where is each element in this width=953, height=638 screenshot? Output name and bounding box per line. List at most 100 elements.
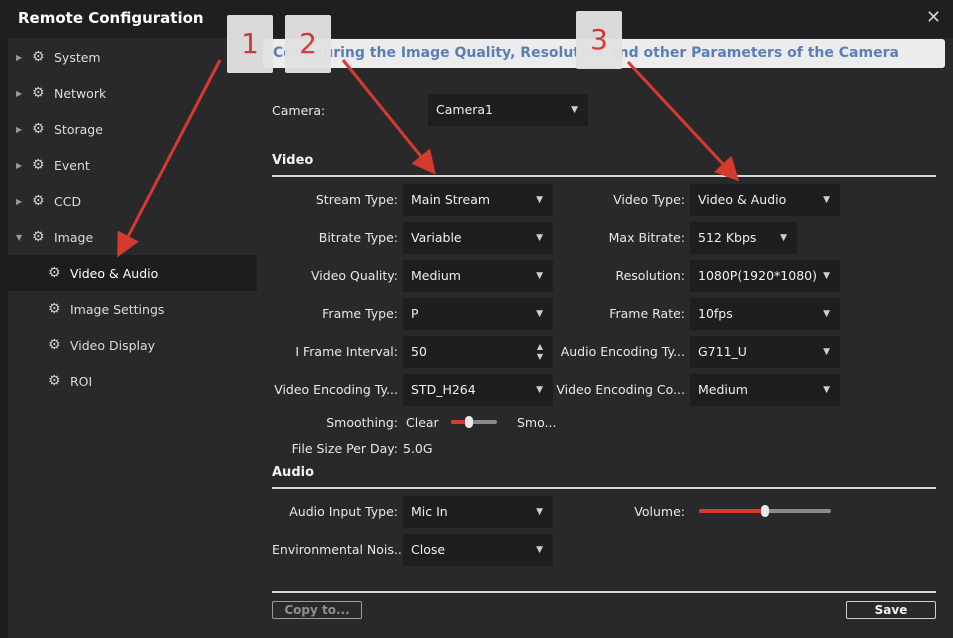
resolution-select[interactable]: 1080P(1920*1080) ▼ [690,260,840,292]
file-size-value: 5.0G [403,441,433,456]
chevron-down-icon: ▼ [823,385,830,395]
video-encoding-complexity-value: Medium [698,382,748,397]
video-encoding-type-value: STD_H264 [411,382,476,397]
sidebar-item-label: ROI [70,373,93,389]
chevron-down-icon: ▼ [536,195,543,205]
sidebar-item-label: Image Settings [70,301,165,317]
frame-rate-value: 10fps [698,306,733,321]
annotation-marker-3: 3 [576,11,622,69]
sidebar-item-image-settings[interactable]: ⚙ Image Settings [8,291,257,327]
divider [272,487,936,489]
chevron-down-icon: ▼ [536,233,543,243]
smoothing-handle[interactable] [465,416,473,428]
file-size-label: File Size Per Day: [291,441,398,456]
sidebar-item-storage[interactable]: ▶ ⚙ Storage [8,111,257,147]
video-type-value: Video & Audio [698,192,787,207]
sidebar-item-network[interactable]: ▶ ⚙ Network [8,75,257,111]
sidebar-item-image[interactable]: ▼ ⚙ Image [8,219,257,255]
video-quality-label: Video Quality: [311,268,398,283]
sidebar-item-video-display[interactable]: ⚙ Video Display [8,327,257,363]
divider [272,175,936,177]
max-bitrate-value: 512 Kbps [698,230,757,245]
gear-icon: ⚙ [48,301,61,317]
audio-encoding-type-select[interactable]: G711_U ▼ [690,336,840,368]
chevron-right-icon[interactable]: ▶ [16,89,22,98]
annotation-marker-1: 1 [227,15,273,73]
chevron-down-icon: ▼ [536,385,543,395]
gear-icon: ⚙ [48,373,61,389]
camera-select[interactable]: Camera1 ▼ [428,94,588,126]
video-quality-select[interactable]: Medium ▼ [403,260,553,292]
chevron-down-icon: ▼ [823,195,830,205]
frame-rate-label: Frame Rate: [609,306,685,321]
sidebar-item-label: Video & Audio [70,265,159,281]
window-title: Remote Configuration [18,9,204,27]
sidebar-item-label: Image [54,229,94,245]
sidebar-item-video-audio[interactable]: ⚙ Video & Audio [8,255,257,291]
sidebar-item-event[interactable]: ▶ ⚙ Event [8,147,257,183]
video-type-select[interactable]: Video & Audio ▼ [690,184,840,216]
sidebar-item-label: Event [54,157,90,173]
chevron-down-icon: ▼ [536,271,543,281]
chevron-down-icon: ▼ [823,271,830,281]
frame-rate-select[interactable]: 10fps ▼ [690,298,840,330]
sidebar-item-label: CCD [54,193,82,209]
environmental-noise-value: Close [411,542,446,557]
bitrate-type-label: Bitrate Type: [318,230,398,245]
close-icon[interactable]: ✕ [926,7,941,28]
sidebar-item-label: System [54,49,101,65]
volume-handle[interactable] [761,505,769,517]
max-bitrate-select[interactable]: 512 Kbps ▼ [690,222,797,254]
gear-icon: ⚙ [32,229,45,245]
stream-type-select[interactable]: Main Stream ▼ [403,184,553,216]
audio-input-type-select[interactable]: Mic In ▼ [403,496,553,528]
chevron-down-icon: ▼ [823,347,830,357]
gear-icon: ⚙ [32,121,45,137]
i-frame-interval-stepper[interactable]: 50 ▲ ▼ [403,336,553,368]
video-quality-value: Medium [411,268,461,283]
chevron-right-icon[interactable]: ▶ [16,197,22,206]
copy-to-button[interactable]: Copy to... [272,601,362,619]
volume-fill [699,509,765,513]
audio-encoding-type-value: G711_U [698,344,747,359]
audio-input-type-label: Audio Input Type: [289,504,398,519]
chevron-down-icon[interactable]: ▼ [16,233,22,242]
bitrate-type-value: Variable [411,230,462,245]
audio-encoding-type-label: Audio Encoding Ty... [560,344,685,359]
stepper-arrows-icon[interactable]: ▲ ▼ [537,342,543,362]
gear-icon: ⚙ [32,85,45,101]
smoothing-left-label: Clear [406,415,439,430]
gear-icon: ⚙ [32,157,45,173]
annotation-marker-2: 2 [285,15,331,73]
max-bitrate-label: Max Bitrate: [608,230,685,245]
chevron-right-icon[interactable]: ▶ [16,125,22,134]
chevron-right-icon[interactable]: ▶ [16,161,22,170]
volume-label: Volume: [634,504,685,519]
sidebar-item-ccd[interactable]: ▶ ⚙ CCD [8,183,257,219]
chevron-down-icon: ▼ [823,309,830,319]
frame-type-select[interactable]: P ▼ [403,298,553,330]
resolution-value: 1080P(1920*1080) [698,268,817,283]
environmental-noise-select[interactable]: Close ▼ [403,534,553,566]
divider [272,591,936,593]
save-button[interactable]: Save [846,601,936,619]
sidebar-item-roi[interactable]: ⚙ ROI [8,363,257,399]
stream-type-value: Main Stream [411,192,491,207]
chevron-right-icon[interactable]: ▶ [16,53,22,62]
volume-slider[interactable] [699,505,831,517]
smoothing-right-label: Smo... [517,415,557,430]
stream-type-label: Stream Type: [315,192,398,207]
sidebar-item-system[interactable]: ▶ ⚙ System [8,39,257,75]
chevron-down-icon: ▼ [536,545,543,555]
video-encoding-complexity-label: Video Encoding Co... [556,382,685,397]
smoothing-slider[interactable] [451,416,497,428]
i-frame-interval-value: 50 [411,344,427,359]
i-frame-interval-label: I Frame Interval: [295,344,398,359]
video-encoding-type-select[interactable]: STD_H264 ▼ [403,374,553,406]
audio-input-type-value: Mic In [411,504,448,519]
video-encoding-complexity-select[interactable]: Medium ▼ [690,374,840,406]
frame-type-label: Frame Type: [322,306,398,321]
bitrate-type-select[interactable]: Variable ▼ [403,222,553,254]
chevron-down-icon: ▼ [571,105,578,115]
video-section-title: Video [272,153,314,168]
